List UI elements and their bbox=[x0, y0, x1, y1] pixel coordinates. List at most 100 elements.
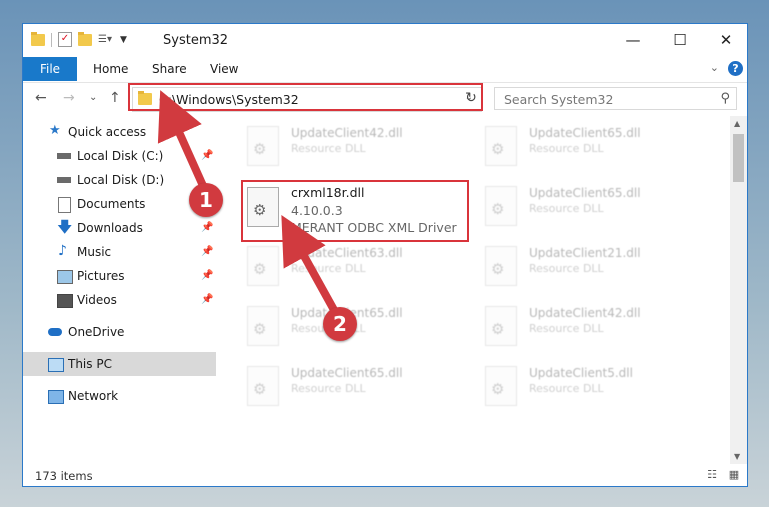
sidebar-item-this-pc[interactable]: This PC bbox=[23, 352, 216, 376]
scroll-down-icon[interactable]: ▼ bbox=[734, 452, 740, 461]
network-icon bbox=[48, 390, 64, 404]
pin-icon[interactable]: 📌 bbox=[201, 288, 213, 312]
cloud-icon bbox=[48, 328, 62, 336]
recent-locations-chevron-icon[interactable]: ⌄ bbox=[89, 92, 97, 103]
sidebar-item-pictures[interactable]: Pictures 📌 bbox=[23, 264, 216, 288]
dll-file-icon: ⚙ bbox=[247, 126, 279, 166]
sidebar-item-downloads[interactable]: 🡇 Downloads 📌 bbox=[23, 216, 216, 240]
sidebar-item-label: Local Disk (D:) bbox=[77, 173, 165, 187]
file-list: ⚙ UpdateClient42.dll Resource DLL ⚙ Upda… bbox=[219, 116, 731, 462]
tab-share[interactable]: Share bbox=[152, 57, 187, 81]
dll-file-icon: ⚙ bbox=[485, 186, 517, 226]
sidebar-item-music[interactable]: ♪ Music 📌 bbox=[23, 240, 216, 264]
file-item[interactable]: ⚙ UpdateClient42.dll Resource DLL bbox=[481, 300, 711, 356]
file-description: Resource DLL bbox=[529, 142, 604, 155]
file-description: Resource DLL bbox=[291, 262, 366, 275]
file-item[interactable]: ⚙ UpdateClient65.dll Resource DLL bbox=[243, 300, 473, 356]
file-name: UpdateClient5.dll bbox=[529, 366, 633, 380]
sidebar-item-label: Documents bbox=[77, 197, 146, 211]
new-folder-icon[interactable] bbox=[78, 31, 92, 46]
sidebar-item-label: OneDrive bbox=[68, 325, 125, 339]
pin-icon[interactable]: 📌 bbox=[201, 240, 213, 264]
file-item[interactable]: ⚙ UpdateClient65.dll Resource DLL bbox=[243, 360, 473, 416]
file-description: Resource DLL bbox=[291, 382, 366, 395]
file-name: UpdateClient42.dll bbox=[291, 126, 403, 140]
file-item[interactable]: ⚙ UpdateClient21.dll Resource DLL bbox=[481, 240, 711, 296]
properties-check-icon[interactable]: ✓ bbox=[58, 32, 72, 47]
step-1-badge: 1 bbox=[189, 183, 223, 217]
sidebar-item-videos[interactable]: Videos 📌 bbox=[23, 288, 216, 312]
search-box[interactable]: Search System32 ⚲ bbox=[494, 87, 737, 110]
up-button[interactable]: ↑ bbox=[109, 90, 121, 106]
sidebar-item-documents[interactable]: Documents 📌 bbox=[23, 192, 216, 216]
address-bar-highlight bbox=[128, 83, 483, 111]
file-name: UpdateClient65.dll bbox=[291, 366, 403, 380]
sidebar-item-label: Pictures bbox=[77, 269, 125, 283]
sidebar-item-local-disk-d[interactable]: Local Disk (D:) bbox=[23, 168, 216, 192]
toolbar-divider bbox=[51, 32, 52, 47]
file-item[interactable]: ⚙ UpdateClient65.dll Resource DLL bbox=[481, 180, 711, 236]
drive-icon bbox=[57, 153, 71, 159]
file-description: Resource DLL bbox=[529, 382, 604, 395]
title-bar: ✓ ☰▾ ▼ System32 — ☐ ✕ bbox=[23, 24, 747, 56]
details-view-icon[interactable]: ☷ bbox=[703, 468, 721, 482]
file-name: UpdateClient42.dll bbox=[529, 306, 641, 320]
folder-icon[interactable] bbox=[31, 31, 45, 46]
pin-icon[interactable]: 📌 bbox=[201, 264, 213, 288]
tab-home[interactable]: Home bbox=[93, 57, 128, 81]
quick-access-toolbar: ✓ ☰▾ ▼ bbox=[31, 31, 127, 47]
file-name: UpdateClient21.dll bbox=[529, 246, 641, 260]
scroll-thumb[interactable] bbox=[733, 134, 744, 182]
file-highlight bbox=[241, 180, 469, 242]
document-icon bbox=[58, 197, 71, 213]
file-description: Resource DLL bbox=[529, 262, 604, 275]
file-item[interactable]: ⚙ UpdateClient65.dll Resource DLL bbox=[481, 120, 711, 176]
computer-icon bbox=[48, 358, 64, 372]
file-name: UpdateClient65.dll bbox=[529, 126, 641, 140]
view-options-icon[interactable]: ☰▾ bbox=[98, 34, 114, 46]
help-icon[interactable]: ? bbox=[728, 61, 743, 76]
file-description: Resource DLL bbox=[291, 142, 366, 155]
pin-icon[interactable]: 📌 bbox=[201, 144, 213, 168]
dll-file-icon: ⚙ bbox=[247, 306, 279, 346]
large-icons-view-icon[interactable]: ▦ bbox=[725, 468, 743, 482]
file-description: Resource DLL bbox=[529, 202, 604, 215]
close-button[interactable]: ✕ bbox=[703, 24, 749, 56]
dll-file-icon: ⚙ bbox=[247, 366, 279, 406]
sidebar-item-local-disk-c[interactable]: Local Disk (C:) 📌 bbox=[23, 144, 216, 168]
file-name: UpdateClient63.dll bbox=[291, 246, 403, 260]
sidebar-item-label: Downloads bbox=[77, 221, 143, 235]
scroll-up-icon[interactable]: ▲ bbox=[734, 119, 740, 128]
customize-toolbar-chevron-icon[interactable]: ▼ bbox=[120, 35, 127, 45]
file-description: Resource DLL bbox=[529, 322, 604, 335]
download-icon: 🡇 bbox=[57, 218, 73, 236]
pictures-icon bbox=[57, 270, 73, 284]
tab-file[interactable]: File bbox=[23, 57, 77, 81]
drive-icon bbox=[57, 177, 71, 183]
vertical-scrollbar[interactable]: ▲ ▼ bbox=[730, 116, 747, 464]
ribbon-tabs: File Home Share View ⌄ ? bbox=[23, 57, 747, 81]
navigation-pane: ★ Quick access Local Disk (C:) 📌 Local D… bbox=[23, 120, 216, 464]
item-count: 173 items bbox=[35, 469, 93, 483]
forward-button[interactable]: → bbox=[63, 90, 75, 106]
dll-file-icon: ⚙ bbox=[247, 246, 279, 286]
file-item[interactable]: ⚙ UpdateClient63.dll Resource DLL bbox=[243, 240, 473, 296]
expand-ribbon-chevron-icon[interactable]: ⌄ bbox=[710, 61, 719, 74]
search-input[interactable]: Search System32 bbox=[504, 92, 613, 107]
file-item[interactable]: ⚙ UpdateClient42.dll Resource DLL bbox=[243, 120, 473, 176]
sidebar-item-quick-access[interactable]: ★ Quick access bbox=[23, 120, 216, 144]
file-item[interactable]: ⚙ UpdateClient5.dll Resource DLL bbox=[481, 360, 711, 416]
maximize-button[interactable]: ☐ bbox=[657, 24, 703, 56]
sidebar-item-label: Videos bbox=[77, 293, 117, 307]
videos-icon bbox=[57, 294, 73, 308]
dll-file-icon: ⚙ bbox=[485, 246, 517, 286]
pin-icon[interactable]: 📌 bbox=[201, 216, 213, 240]
sidebar-item-network[interactable]: Network bbox=[23, 384, 216, 408]
sidebar-item-label: Quick access bbox=[68, 125, 147, 139]
search-icon[interactable]: ⚲ bbox=[720, 91, 730, 106]
minimize-button[interactable]: — bbox=[610, 24, 656, 56]
back-button[interactable]: ← bbox=[35, 90, 47, 106]
tab-view[interactable]: View bbox=[210, 57, 238, 81]
sidebar-item-onedrive[interactable]: OneDrive bbox=[23, 320, 216, 344]
dll-file-icon: ⚙ bbox=[485, 366, 517, 406]
